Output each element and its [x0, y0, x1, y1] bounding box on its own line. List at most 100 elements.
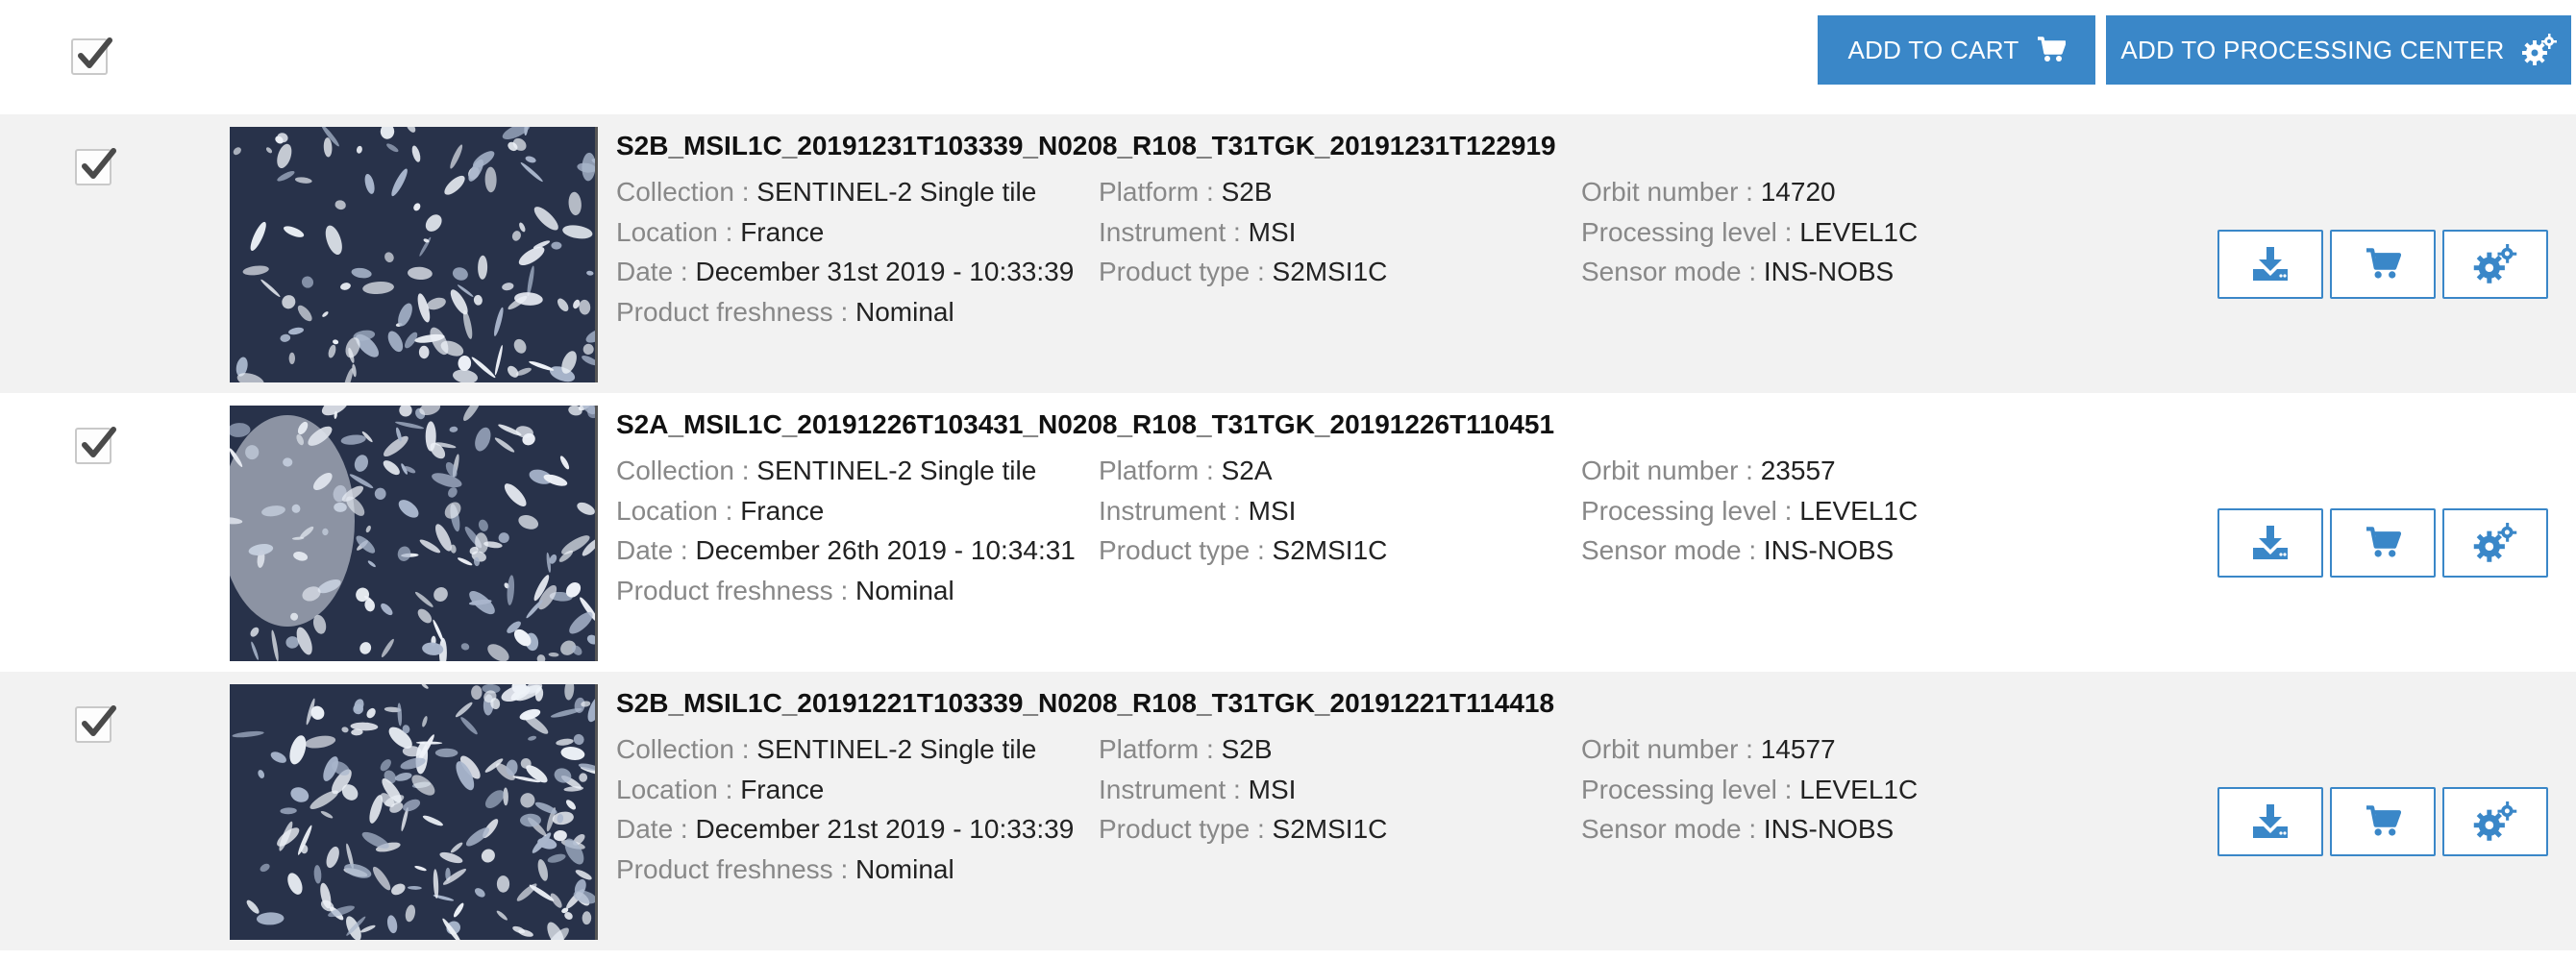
process-row-button[interactable] [2442, 230, 2548, 299]
sensor-mode-line: Sensor mode : INS-NOBS [1581, 252, 1918, 292]
product-type-value: S2MSI1C [1272, 257, 1388, 286]
instrument-label: Instrument : [1099, 774, 1249, 804]
process-row-button[interactable] [2442, 508, 2548, 578]
location-line: Location : France [616, 770, 1074, 810]
collection-label: Collection : [616, 177, 757, 207]
check-icon [82, 427, 116, 457]
collection-value: SENTINEL-2 Single tile [756, 734, 1037, 764]
product-info-column-1: Collection : SENTINEL-2 Single tile Loca… [616, 172, 1074, 332]
instrument-line: Instrument : MSI [1099, 491, 1387, 531]
satellite-image [230, 406, 598, 661]
cart-icon [2366, 248, 2401, 279]
processing-level-value: LEVEL1C [1799, 216, 1919, 247]
download-button[interactable] [2217, 230, 2323, 299]
processing-level-label: Processing level : [1581, 495, 1800, 526]
add-to-cart-label: ADD TO CART [1847, 35, 2019, 64]
product-thumbnail[interactable] [230, 684, 598, 940]
freshness-line: Product freshness : Nominal [616, 292, 1074, 333]
add-to-cart-button[interactable]: ADD TO CART [1818, 15, 2095, 85]
orbit-label: Orbit number : [1581, 177, 1761, 207]
product-type-value: S2MSI1C [1272, 814, 1388, 844]
satellite-image [230, 684, 598, 940]
add-to-cart-row-button[interactable] [2330, 230, 2436, 299]
instrument-value: MSI [1248, 495, 1297, 526]
cart-icon [2366, 805, 2401, 836]
product-info-column-2: Platform : S2B Instrument : MSI Product … [1099, 172, 1387, 292]
check-icon [82, 705, 116, 736]
platform-value: S2B [1221, 177, 1273, 207]
product-checkbox[interactable] [75, 427, 116, 464]
processing-level-line: Processing level : LEVEL1C [1581, 491, 1918, 531]
date-label: Date : [616, 535, 696, 565]
satellite-image [230, 127, 598, 382]
download-icon [2253, 526, 2288, 559]
results-toolbar: ADD TO CART ADD TO PROCESSING CENTER [0, 0, 2576, 114]
product-info-column-3: Orbit number : 23557 Processing level : … [1581, 451, 1918, 571]
location-line: Location : France [616, 491, 1076, 531]
product-checkbox[interactable] [75, 148, 116, 185]
platform-line: Platform : S2A [1099, 451, 1387, 491]
sensor-mode-line: Sensor mode : INS-NOBS [1581, 809, 1918, 850]
product-info-column-3: Orbit number : 14577 Processing level : … [1581, 729, 1918, 850]
product-info-column-2: Platform : S2A Instrument : MSI Product … [1099, 451, 1387, 571]
product-thumbnail[interactable] [230, 406, 598, 661]
processing-level-label: Processing level : [1581, 774, 1800, 804]
cogs-icon [2473, 244, 2517, 283]
product-row: S2A_MSIL1C_20191226T103431_N0208_R108_T3… [0, 393, 2576, 672]
freshness-label: Product freshness : [616, 296, 856, 327]
download-button[interactable] [2217, 508, 2323, 578]
cogs-icon [2473, 801, 2517, 841]
platform-label: Platform : [1099, 456, 1222, 485]
add-to-cart-row-button[interactable] [2330, 787, 2436, 856]
cart-icon [2037, 37, 2066, 62]
product-checkbox[interactable] [75, 705, 116, 743]
sensor-mode-value: INS-NOBS [1763, 257, 1895, 286]
sensor-mode-line: Sensor mode : INS-NOBS [1581, 530, 1918, 571]
product-type-line: Product type : S2MSI1C [1099, 252, 1387, 292]
product-title: S2B_MSIL1C_20191231T103339_N0208_R108_T3… [616, 131, 1556, 160]
platform-label: Platform : [1099, 177, 1222, 207]
select-all-checkbox[interactable] [71, 37, 112, 75]
instrument-value: MSI [1248, 774, 1297, 804]
orbit-label: Orbit number : [1581, 456, 1761, 485]
processing-level-value: LEVEL1C [1799, 774, 1919, 804]
orbit-label: Orbit number : [1581, 734, 1761, 764]
check-icon [78, 37, 112, 68]
freshness-value: Nominal [855, 575, 954, 605]
processing-level-label: Processing level : [1581, 216, 1800, 247]
freshness-value: Nominal [855, 296, 954, 327]
product-type-value: S2MSI1C [1272, 535, 1388, 565]
date-value: December 31st 2019 - 10:33:39 [695, 257, 1075, 286]
product-type-label: Product type : [1099, 814, 1273, 844]
collection-label: Collection : [616, 456, 757, 485]
orbit-value: 14577 [1760, 734, 1836, 764]
product-type-label: Product type : [1099, 257, 1273, 286]
date-value: December 26th 2019 - 10:34:31 [695, 535, 1076, 565]
freshness-label: Product freshness : [616, 853, 856, 884]
product-thumbnail[interactable] [230, 127, 598, 382]
date-label: Date : [616, 814, 696, 844]
platform-line: Platform : S2B [1099, 729, 1387, 770]
processing-level-value: LEVEL1C [1799, 495, 1919, 526]
collection-line: Collection : SENTINEL-2 Single tile [616, 729, 1074, 770]
sensor-mode-label: Sensor mode : [1581, 814, 1764, 844]
orbit-value: 23557 [1760, 456, 1836, 485]
instrument-line: Instrument : MSI [1099, 212, 1387, 253]
location-label: Location : [616, 216, 741, 247]
sensor-mode-value: INS-NOBS [1763, 814, 1895, 844]
download-button[interactable] [2217, 787, 2323, 856]
product-info-column-3: Orbit number : 14720 Processing level : … [1581, 172, 1918, 292]
location-value: France [740, 495, 825, 526]
download-icon [2253, 804, 2288, 838]
process-row-button[interactable] [2442, 787, 2548, 856]
date-line: Date : December 26th 2019 - 10:34:31 [616, 530, 1076, 571]
processing-level-line: Processing level : LEVEL1C [1581, 770, 1918, 810]
add-to-processing-center-button[interactable]: ADD TO PROCESSING CENTER [2106, 15, 2571, 85]
instrument-line: Instrument : MSI [1099, 770, 1387, 810]
product-info-column-1: Collection : SENTINEL-2 Single tile Loca… [616, 451, 1076, 610]
sensor-mode-label: Sensor mode : [1581, 535, 1764, 565]
product-type-line: Product type : S2MSI1C [1099, 809, 1387, 850]
collection-value: SENTINEL-2 Single tile [756, 456, 1037, 485]
add-to-cart-row-button[interactable] [2330, 508, 2436, 578]
location-value: France [740, 216, 825, 247]
